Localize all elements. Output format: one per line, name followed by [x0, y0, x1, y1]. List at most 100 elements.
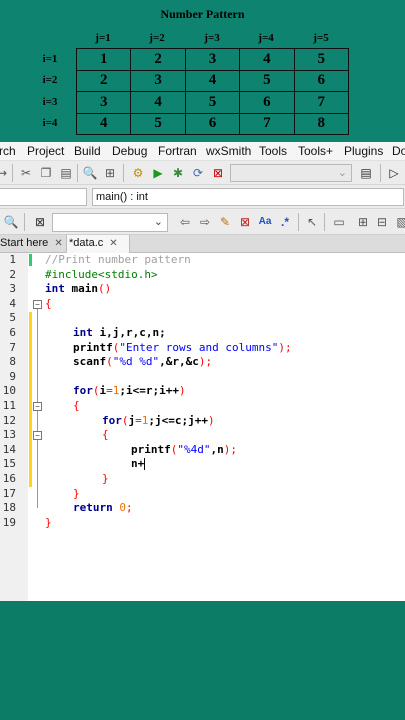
build-target-select[interactable]: ⌄	[230, 164, 352, 182]
redo-icon[interactable]: ↪	[0, 165, 10, 181]
line-number: 8	[9, 355, 16, 369]
replace-icon[interactable]: ⊞	[102, 165, 118, 181]
table-cell: 8	[293, 112, 349, 135]
toolbar-separator	[298, 213, 299, 231]
fold-toggle-icon[interactable]: −	[33, 402, 42, 411]
window-icon[interactable]: ⊟	[374, 214, 390, 230]
fold-toggle-icon[interactable]: −	[33, 431, 42, 441]
table-row: 4 5 6 7 8	[75, 112, 349, 135]
find-icon[interactable]: 🔍	[82, 165, 98, 181]
code-text: //Print number pattern	[45, 253, 191, 266]
table-cell: 5	[184, 91, 241, 114]
column-header: j=1	[95, 32, 111, 44]
pointer-icon[interactable]: ↖	[304, 214, 320, 230]
function-select[interactable]: main() : int	[92, 188, 404, 206]
code-text: {	[45, 296, 52, 310]
run-icon[interactable]: ▶	[150, 165, 166, 181]
tab-data-c[interactable]: *data.c ✕	[66, 235, 130, 253]
code-line: 17 }	[0, 487, 405, 502]
code-text: n+	[131, 457, 146, 471]
match-case-icon[interactable]: Aa	[256, 214, 274, 230]
code-line: 5	[0, 311, 405, 326]
menu-plugins[interactable]: Plugins	[344, 144, 383, 158]
pattern-panel: Number Pattern j=1 j=2 j=3 j=4 j=5 i=1 i…	[0, 0, 405, 142]
search-icon[interactable]: 🔍	[3, 214, 19, 230]
tab-start-here[interactable]: Start here ✕	[0, 235, 64, 253]
menu-build[interactable]: Build	[74, 144, 101, 158]
debug-run-icon[interactable]: ▷	[386, 165, 402, 181]
table-cell: 7	[239, 112, 295, 135]
code-line: 13 − {	[0, 428, 405, 443]
close-icon[interactable]: ✕	[109, 238, 117, 249]
code-text: scanf("%d %d",&r,&c);	[73, 355, 213, 369]
menu-debug[interactable]: Debug	[112, 144, 147, 158]
code-line: 2 #include<stdio.h>	[0, 268, 405, 283]
code-text: printf("Enter rows and columns");	[73, 340, 292, 354]
toolbar-separator	[380, 164, 381, 182]
previous-arrow-icon[interactable]: ⇦	[177, 214, 193, 230]
line-number: 13	[2, 428, 16, 442]
row-header: i=2	[42, 74, 58, 86]
row-header: i=4	[42, 117, 58, 129]
rebuild-icon[interactable]: ⟳	[190, 165, 206, 181]
code-text: }	[73, 486, 80, 500]
regex-icon[interactable]: .*	[277, 214, 293, 230]
next-line-icon[interactable]: ▤	[358, 165, 374, 181]
grid-icon[interactable]: ⊞	[355, 214, 371, 230]
build-run-icon[interactable]: ✱	[170, 165, 186, 181]
highlight-icon[interactable]: ✎	[217, 214, 233, 230]
paste-icon[interactable]: ▤	[58, 165, 74, 181]
fold-toggle-icon[interactable]: −	[33, 299, 42, 309]
table-cell: 5	[130, 112, 186, 135]
code-line: 4 − {	[0, 297, 405, 312]
copy-icon[interactable]: ❐	[38, 165, 54, 181]
table-cell: 2	[130, 48, 186, 71]
scope-select[interactable]	[0, 188, 87, 206]
tab-label: Start here	[0, 237, 49, 249]
menu-wxsmith[interactable]: wxSmith	[206, 144, 251, 158]
background-panel	[0, 601, 405, 720]
column-header: j=3	[204, 32, 220, 44]
text-cursor	[144, 458, 146, 471]
toolbar-separator	[77, 164, 78, 182]
clear-icon[interactable]: ⊠	[32, 214, 48, 230]
frame-icon[interactable]: ▭	[331, 214, 347, 230]
code-text: for(j=1;j<=c;j++)	[102, 413, 215, 427]
table-cell: 4	[184, 69, 241, 92]
code-text: }	[102, 472, 109, 485]
code-text: {	[102, 428, 109, 442]
line-number: 6	[9, 326, 16, 339]
build-gear-icon[interactable]: ⚙	[130, 165, 146, 181]
menu-search[interactable]: rch	[0, 144, 16, 158]
menu-project[interactable]: Project	[27, 144, 64, 158]
line-number: 11	[2, 399, 16, 412]
column-header: j=2	[149, 32, 165, 44]
table-cell: 6	[293, 69, 349, 92]
menu-tools-plus[interactable]: Tools+	[298, 144, 333, 158]
code-line: 19 }	[0, 516, 405, 531]
table-cell: 4	[239, 48, 295, 71]
abort-icon[interactable]: ⊠	[210, 165, 226, 181]
code-editor[interactable]: 1 //Print number pattern 2 #include<stdi…	[0, 253, 405, 601]
cut-icon[interactable]: ✂	[18, 165, 34, 181]
line-number: 15	[2, 457, 16, 471]
column-header: j=4	[258, 32, 274, 44]
search-input[interactable]: ⌄	[52, 213, 168, 232]
menu-bar: rch Project Build Debug Fortran wxSmith …	[0, 142, 405, 161]
close-icon[interactable]: ✕	[54, 238, 62, 249]
toolbar-separator	[12, 164, 13, 182]
row-header: i=3	[42, 96, 58, 108]
panel-icon[interactable]: ▧	[394, 214, 405, 230]
code-text: return 0;	[73, 501, 133, 515]
line-number: 12	[2, 413, 16, 427]
column-header: j=5	[313, 32, 329, 44]
next-arrow-icon[interactable]: ⇨	[197, 214, 213, 230]
selection-icon[interactable]: ⊠	[237, 214, 253, 230]
menu-fortran[interactable]: Fortran	[158, 144, 197, 158]
line-number: 4	[9, 296, 16, 310]
menu-doxyblocks[interactable]: Do	[392, 144, 405, 158]
toolbar-separator	[123, 164, 124, 182]
menu-tools[interactable]: Tools	[259, 144, 287, 158]
line-number: 18	[2, 501, 16, 515]
